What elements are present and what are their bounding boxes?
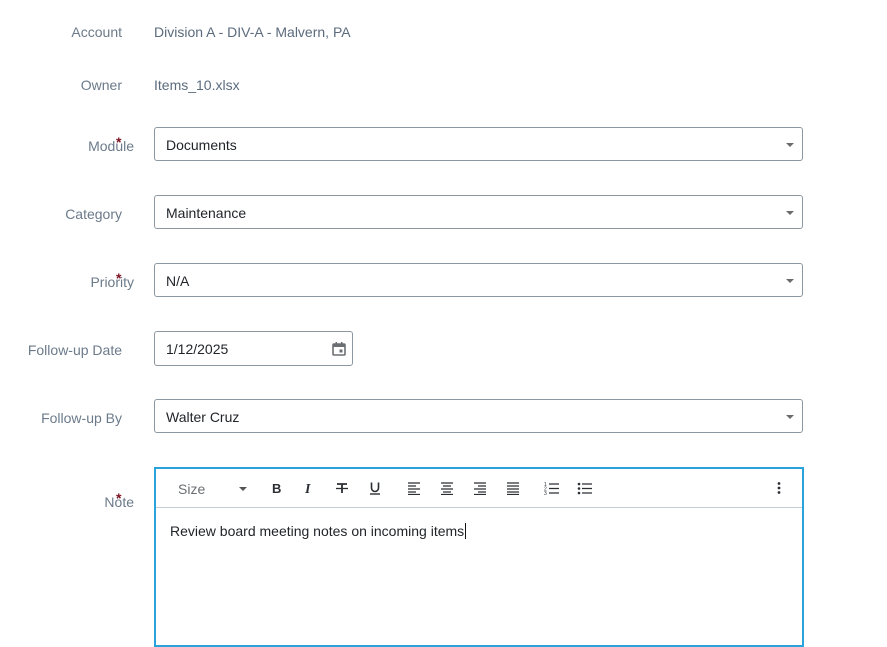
editor-toolbar: Size B I 1 2 3 [156,469,802,508]
owner-value: Items_10.xlsx [154,77,240,93]
module-label-text: Module [88,138,134,154]
module-select[interactable]: Documents [154,127,803,161]
owner-label: Owner [80,77,122,93]
align-center-icon[interactable] [440,479,454,497]
chevron-down-icon [786,279,794,283]
account-label: Account [71,24,122,40]
priority-select-value: N/A [166,273,190,289]
font-size-select[interactable]: Size [178,481,205,497]
followup-by-label: Follow-up By [41,410,122,426]
priority-label-text: Priority [90,274,134,290]
chevron-down-icon [786,143,794,147]
followup-date-label: Follow-up Date [27,342,122,358]
chevron-down-icon [786,415,794,419]
account-value: Division A - DIV-A - Malvern, PA [154,24,351,40]
category-select-value: Maintenance [166,205,247,221]
note-text: Review board meeting notes on incoming i… [170,523,465,539]
ordered-list-icon[interactable]: 1 2 3 [544,479,560,497]
text-cursor [465,523,467,539]
svg-text:I: I [304,482,311,495]
note-required-marker: * [116,490,122,506]
category-label: Category [65,206,122,222]
priority-label: Priority [90,274,134,290]
strikethrough-icon[interactable] [334,479,350,497]
more-vertical-icon[interactable] [774,479,784,497]
module-label: Module [88,138,134,154]
followup-by-select[interactable]: Walter Cruz [154,399,803,433]
chevron-down-icon [786,211,794,215]
priority-select[interactable]: N/A [154,263,803,297]
italic-icon[interactable]: I [302,479,316,497]
svg-text:3: 3 [544,491,547,495]
chevron-down-icon[interactable] [239,487,247,491]
calendar-icon[interactable] [331,341,347,360]
note-content[interactable]: Review board meeting notes on incoming i… [170,523,467,539]
align-right-icon[interactable] [473,479,487,497]
module-select-value: Documents [166,137,237,153]
followup-date-value: 1/12/2025 [166,341,229,357]
followup-date-input[interactable]: 1/12/2025 [154,331,353,366]
note-editor[interactable]: Size B I 1 2 3 Review board meeting note… [154,467,804,647]
module-required-marker: * [116,134,122,150]
category-select[interactable]: Maintenance [154,195,803,229]
bold-icon[interactable]: B [270,479,284,497]
underline-icon[interactable] [367,479,383,497]
priority-required-marker: * [116,270,122,286]
followup-by-select-value: Walter Cruz [166,409,240,425]
align-justify-icon[interactable] [506,479,520,497]
align-left-icon[interactable] [407,479,421,497]
bullet-list-icon[interactable] [577,479,593,497]
svg-text:B: B [272,481,281,495]
